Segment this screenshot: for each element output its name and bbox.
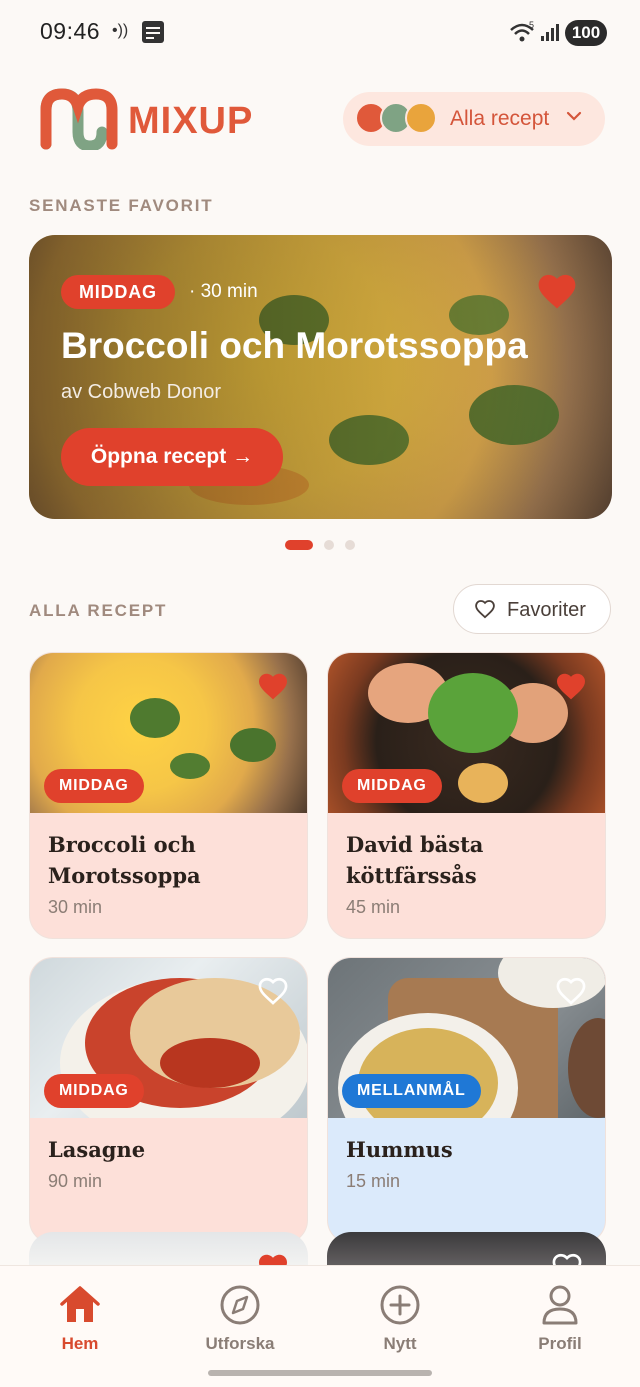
recipe-card[interactable]: MIDDAG Lasagne 90 min bbox=[29, 957, 308, 1244]
nfc-icon: •)) bbox=[112, 22, 129, 39]
nav-label: Utforska bbox=[205, 1334, 275, 1353]
svg-text:5: 5 bbox=[529, 20, 534, 30]
recipe-title: Hummus bbox=[346, 1137, 453, 1162]
recipe-category-tag: MIDDAG bbox=[44, 1074, 144, 1108]
nav-label: Nytt bbox=[383, 1334, 417, 1353]
filter-color-dots bbox=[355, 102, 441, 136]
recipe-duration: 90 min bbox=[48, 1171, 103, 1191]
recipe-duration: 30 min bbox=[48, 897, 103, 917]
heart-outline-icon[interactable] bbox=[257, 976, 289, 1006]
hero-duration: · 30 min bbox=[189, 281, 258, 302]
recipe-category-tag: MELLANMÅL bbox=[342, 1074, 481, 1108]
home-indicator[interactable] bbox=[208, 1370, 432, 1376]
status-bar: 09:46 •)) 5 100 bbox=[0, 0, 640, 66]
heart-filled-icon[interactable] bbox=[536, 271, 578, 311]
open-recipe-button[interactable]: Öppna recept → bbox=[61, 428, 283, 486]
pager-dot[interactable] bbox=[345, 540, 355, 550]
nav-item-new[interactable]: Nytt bbox=[330, 1284, 470, 1364]
heart-outline-icon bbox=[475, 600, 495, 619]
app-logo: MIXUP bbox=[38, 88, 278, 150]
recipe-filter-dropdown[interactable]: Alla recept bbox=[343, 92, 605, 146]
sim-card-icon bbox=[142, 21, 164, 43]
status-time: 09:46 bbox=[40, 18, 101, 44]
recipe-title: Lasagne bbox=[48, 1137, 146, 1162]
dot-yellow bbox=[405, 102, 437, 134]
nav-item-profile[interactable]: Profil bbox=[490, 1284, 630, 1364]
recipe-card[interactable]: MIDDAG Broccoli och Morotssoppa 30 min bbox=[29, 652, 308, 939]
bottom-navigation: Hem Utforska Nytt Profil bbox=[0, 1265, 640, 1387]
plus-circle-icon bbox=[380, 1285, 420, 1325]
hero-title: Broccoli och Morotssoppa bbox=[61, 325, 528, 366]
heart-outline-icon[interactable] bbox=[555, 976, 587, 1006]
filter-label: Alla recept bbox=[450, 107, 550, 130]
recipe-duration: 15 min bbox=[346, 1171, 401, 1191]
nav-item-explore[interactable]: Utforska bbox=[170, 1284, 310, 1364]
nav-item-home[interactable]: Hem bbox=[10, 1284, 150, 1364]
recipe-card[interactable]: MIDDAG David bästa köttfärssås 45 min bbox=[327, 652, 606, 939]
nav-label: Profil bbox=[538, 1334, 582, 1353]
recipe-category-tag: MIDDAG bbox=[342, 769, 442, 803]
carousel-pager bbox=[0, 540, 640, 552]
pager-dot[interactable] bbox=[324, 540, 334, 550]
wifi-icon: 5 bbox=[510, 20, 534, 42]
brand-name: MIXUP bbox=[128, 100, 254, 142]
nav-label: Hem bbox=[61, 1334, 99, 1353]
compass-icon bbox=[220, 1285, 260, 1325]
favorites-section-title: SENASTE FAVORIT bbox=[29, 196, 214, 215]
recipe-title: David bästa köttfärssås bbox=[346, 832, 484, 888]
favorites-button-label: Favoriter bbox=[507, 599, 586, 621]
pager-dot-active[interactable] bbox=[285, 540, 313, 550]
chevron-down-icon bbox=[566, 111, 582, 121]
favorite-hero-card[interactable]: MIDDAG · 30 min Broccoli och Morotssoppa… bbox=[29, 235, 612, 519]
battery-indicator: 100 bbox=[565, 20, 607, 46]
recipes-section-title: ALLA RECEPT bbox=[29, 601, 168, 620]
heart-filled-icon[interactable] bbox=[555, 671, 587, 701]
hero-category-tag: MIDDAG bbox=[61, 275, 175, 309]
favorites-filter-button[interactable]: Favoriter bbox=[453, 584, 611, 634]
recipe-title: Broccoli och Morotssoppa bbox=[48, 832, 201, 888]
signal-icon bbox=[541, 24, 559, 41]
heart-filled-icon[interactable] bbox=[257, 671, 289, 701]
recipe-card[interactable]: MELLANMÅL Hummus 15 min bbox=[327, 957, 606, 1244]
hero-author: av Cobweb Donor bbox=[61, 381, 222, 403]
person-icon bbox=[542, 1285, 578, 1325]
logo-mark-icon bbox=[40, 88, 118, 150]
recipe-duration: 45 min bbox=[346, 897, 401, 917]
home-icon bbox=[60, 1286, 100, 1322]
recipe-category-tag: MIDDAG bbox=[44, 769, 144, 803]
